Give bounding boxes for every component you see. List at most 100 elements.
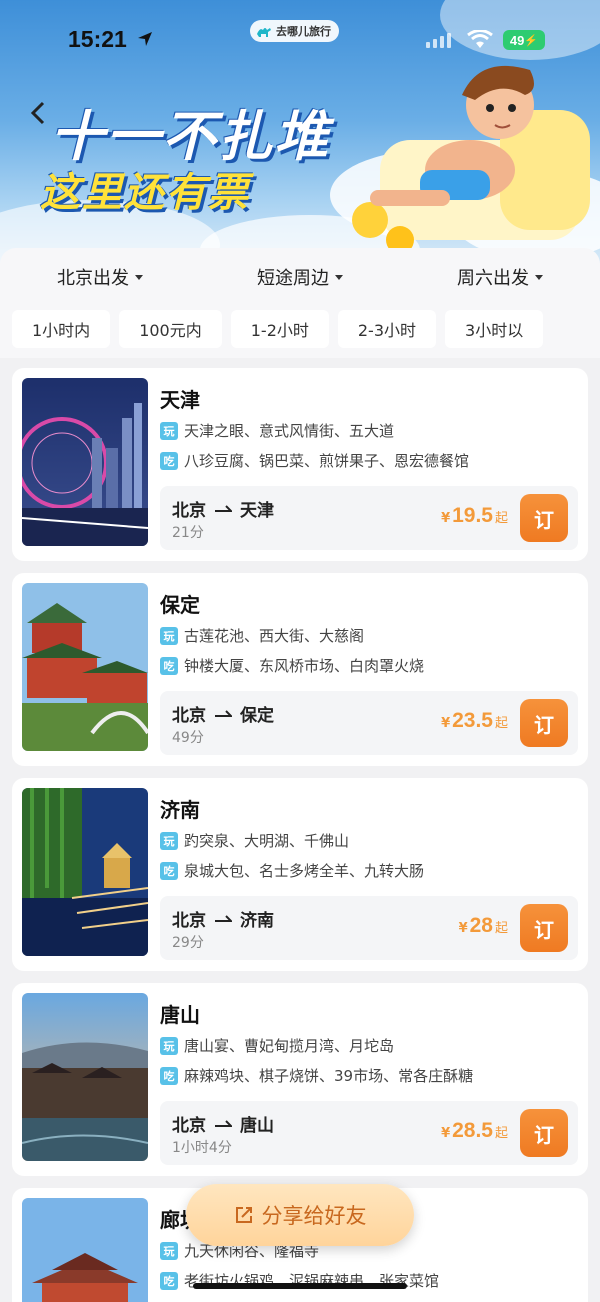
price: ¥ 28.5 起 (441, 1119, 508, 1143)
city-name: 天津 (160, 388, 200, 412)
eat-text: 泉城大包、名士多烤全羊、九转大肠 (184, 862, 425, 880)
chip-1-2h[interactable]: 1-2小时 (230, 310, 329, 348)
book-button[interactable]: 订 (520, 904, 568, 952)
price: ¥ 19.5 起 (441, 504, 508, 528)
play-text: 趵突泉、大明湖、千佛山 (184, 832, 350, 850)
play-highlights: 玩 古莲花池、西大街、大慈阁 (160, 625, 364, 646)
signal-icon (426, 33, 451, 48)
hero-banner: 15:21 去哪儿旅行 49 ⚡ 十一不扎堆 这里还有票 (0, 0, 600, 268)
currency-symbol: ¥ (441, 1126, 451, 1141)
destination-card[interactable]: 天津 玩 天津之眼、意式风情街、五大道 吃 八珍豆腐、锅巴菜、煎饼果子、恩宏德餐… (12, 368, 588, 561)
play-text: 天津之眼、意式风情街、五大道 (184, 422, 395, 440)
tianjin-photo (22, 378, 148, 546)
destination-card[interactable]: 保定 玩 古莲花池、西大街、大慈阁 吃 钟楼大厦、东风桥市场、白肉罩火烧 北京 … (12, 573, 588, 766)
book-button[interactable]: 订 (520, 494, 568, 542)
route-box: 北京 保定 49分 ¥ 23.5 起 订 (160, 691, 578, 755)
travel-duration: 1小时4分 (172, 1140, 232, 1156)
route-box: 北京 天津 21分 ¥ 19.5 起 订 (160, 486, 578, 550)
eat-tag: 吃 (160, 451, 178, 470)
dropdown-label: 北京出发 (57, 268, 129, 289)
route-to: 济南 (240, 911, 274, 931)
brand-name: 去哪儿旅行 (276, 25, 331, 38)
chip-over-3h[interactable]: 3小时以 (445, 310, 544, 348)
route-arrow-icon (215, 914, 232, 922)
play-highlights: 玩 唐山宴、曹妃甸揽月湾、月坨岛 (160, 1035, 394, 1056)
route-from: 北京 (172, 501, 206, 521)
currency-symbol: ¥ (441, 716, 451, 731)
chip-within-1h[interactable]: 1小时内 (12, 310, 111, 348)
langfang-photo (22, 1198, 148, 1302)
play-text: 唐山宴、曹妃甸揽月湾、月坨岛 (184, 1037, 395, 1055)
battery-level: 49 (509, 32, 525, 48)
share-label: 分享给好友 (261, 1204, 367, 1228)
chip-2-3h[interactable]: 2-3小时 (337, 310, 437, 348)
eat-text: 麻辣鸡块、棋子烧饼、39市场、常各庄酥糖 (184, 1067, 474, 1085)
dropdown-label: 周六出发 (457, 268, 529, 289)
route-box: 北京 唐山 1小时4分 ¥ 28.5 起 订 (160, 1101, 578, 1165)
price-value: 28 (469, 914, 493, 937)
camel-logo-icon (257, 28, 271, 37)
caret-down-icon (535, 274, 543, 280)
route-from: 北京 (172, 706, 206, 726)
travel-duration: 21分 (172, 525, 204, 541)
price-value: 19.5 (452, 504, 493, 527)
route-from: 北京 (172, 1116, 206, 1136)
price-suffix: 起 (494, 716, 508, 731)
city-name: 济南 (160, 798, 200, 822)
caret-down-icon (135, 274, 143, 280)
share-icon (235, 1207, 252, 1223)
eat-tag: 吃 (160, 1271, 178, 1290)
play-tag: 玩 (160, 421, 178, 440)
eat-tag: 吃 (160, 1066, 178, 1085)
route-box: 北京 济南 29分 ¥ 28 起 订 (160, 896, 578, 960)
departure-city-dropdown[interactable]: 北京出发 (0, 262, 200, 292)
destination-card[interactable]: 济南 玩 趵突泉、大明湖、千佛山 吃 泉城大包、名士多烤全羊、九转大肠 北京 济… (12, 778, 588, 971)
currency-symbol: ¥ (458, 921, 468, 936)
share-to-friends-button[interactable]: 分享给好友 (186, 1184, 414, 1246)
status-time: 15:21 (68, 26, 127, 52)
play-highlights: 玩 趵突泉、大明湖、千佛山 (160, 830, 349, 851)
eat-text: 钟楼大厦、东风桥市场、白肉罩火烧 (184, 657, 425, 675)
battery-indicator: 49 ⚡ (503, 30, 545, 50)
travel-duration: 29分 (172, 935, 204, 951)
route-to: 天津 (240, 501, 274, 521)
route-from: 北京 (172, 911, 206, 931)
play-tag: 玩 (160, 626, 178, 645)
status-bar: 15:21 去哪儿旅行 49 ⚡ (0, 0, 600, 80)
city-name: 保定 (160, 593, 200, 617)
price-value: 23.5 (452, 709, 493, 732)
brand-badge: 去哪儿旅行 (250, 20, 339, 42)
banner-subheadline: 这里还有票 (40, 170, 250, 216)
location-arrow-icon (138, 32, 152, 46)
play-tag: 玩 (160, 1036, 178, 1055)
route-arrow-icon (215, 504, 232, 512)
eat-highlights: 吃 八珍豆腐、锅巴菜、煎饼果子、恩宏德餐馆 (160, 450, 469, 471)
home-indicator[interactable] (193, 1283, 407, 1289)
destination-card[interactable]: 唐山 玩 唐山宴、曹妃甸揽月湾、月坨岛 吃 麻辣鸡块、棋子烧饼、39市场、常各庄… (12, 983, 588, 1176)
currency-symbol: ¥ (441, 511, 451, 526)
price-suffix: 起 (494, 511, 508, 526)
city-name: 唐山 (160, 1003, 200, 1027)
book-button[interactable]: 订 (520, 1109, 568, 1157)
chip-under-100[interactable]: 100元内 (119, 310, 222, 348)
route-arrow-icon (215, 709, 232, 717)
eat-text: 八珍豆腐、锅巴菜、煎饼果子、恩宏德餐馆 (184, 452, 470, 470)
price-value: 28.5 (452, 1119, 493, 1142)
baoding-photo (22, 583, 148, 751)
filter-panel: 北京出发 短途周边 周六出发 1小时内 100元内 1-2小时 2-3小时 3小… (0, 248, 600, 358)
dropdown-label: 短途周边 (257, 268, 329, 289)
price-suffix: 起 (494, 921, 508, 936)
tangshan-photo (22, 993, 148, 1161)
book-button[interactable]: 订 (520, 699, 568, 747)
jinan-photo (22, 788, 148, 956)
back-chevron-icon[interactable] (28, 100, 48, 126)
price: ¥ 28 起 (459, 914, 508, 938)
departure-day-dropdown[interactable]: 周六出发 (400, 262, 600, 292)
play-tag: 玩 (160, 831, 178, 850)
play-tag: 玩 (160, 1241, 178, 1260)
eat-highlights: 吃 泉城大包、名士多烤全羊、九转大肠 (160, 860, 424, 881)
route-arrow-icon (215, 1119, 232, 1127)
trip-type-dropdown[interactable]: 短途周边 (200, 262, 400, 292)
route-to: 唐山 (240, 1116, 274, 1136)
route-to: 保定 (240, 706, 274, 726)
